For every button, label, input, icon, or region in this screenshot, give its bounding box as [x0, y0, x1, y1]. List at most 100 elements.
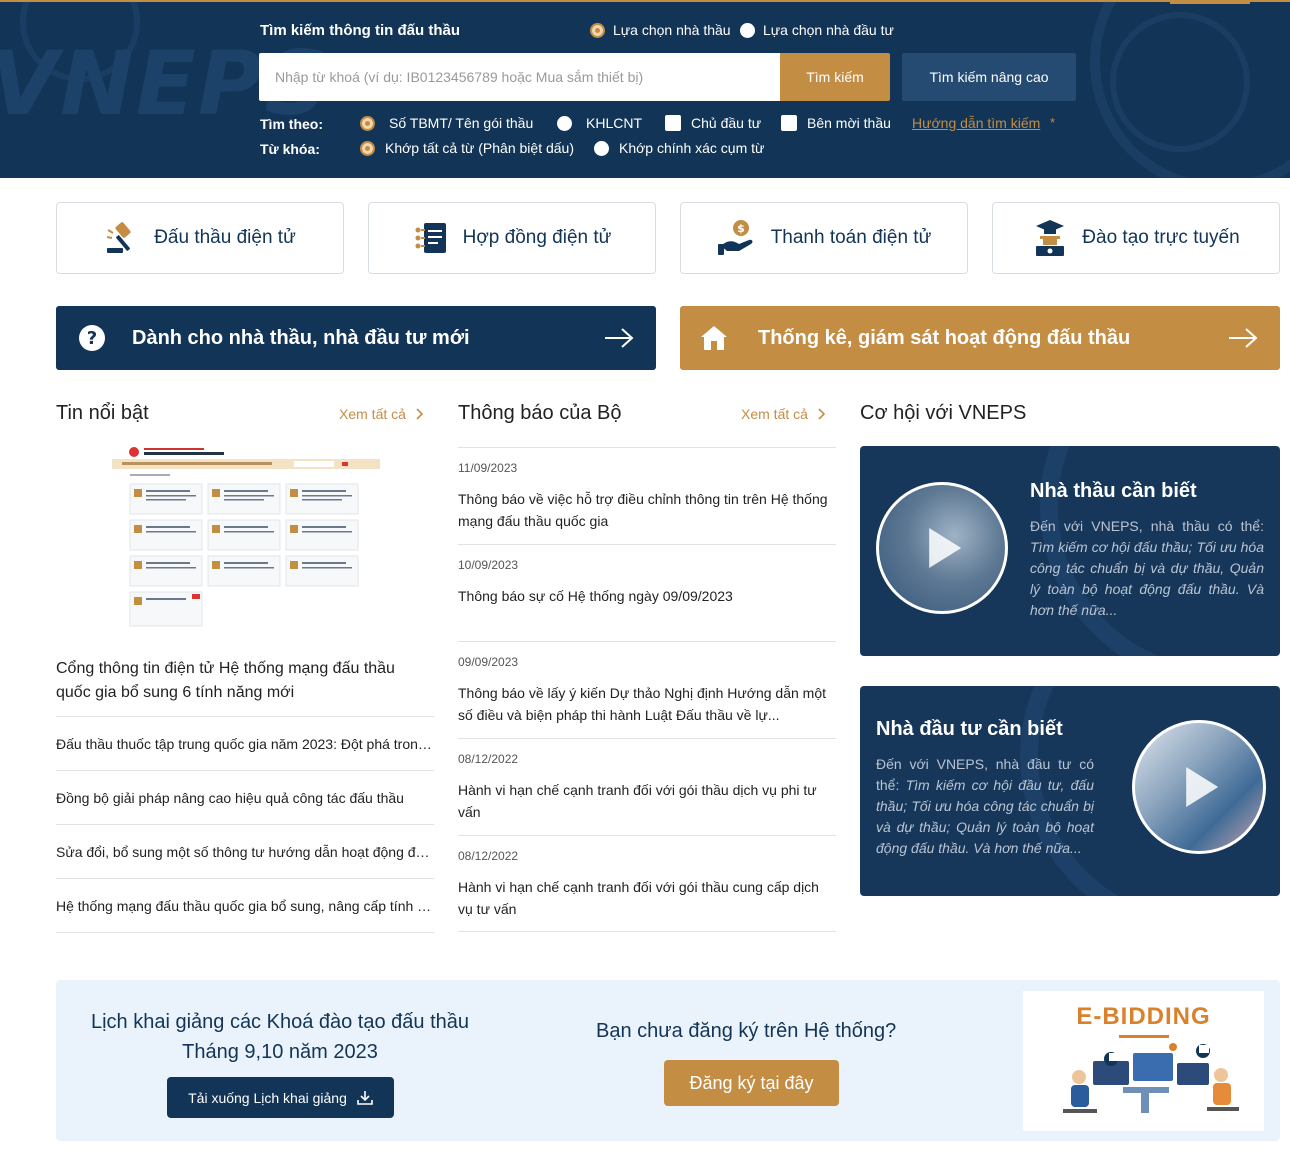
statistics-banner[interactable]: Thống kê, giám sát hoạt động đấu thầu	[680, 306, 1280, 370]
radio-empty-icon	[594, 140, 609, 156]
mode-investor-label: Lựa chọn nhà đầu tư	[763, 22, 894, 38]
news-item[interactable]: Hệ thống mạng đấu thầu quốc gia bổ sung,…	[56, 878, 434, 932]
contractor-video-thumbnail[interactable]	[876, 482, 1008, 614]
advanced-search-button[interactable]: Tìm kiếm nâng cao	[902, 53, 1076, 101]
statistics-label: Thống kê, giám sát hoạt động đấu thầu	[758, 326, 1131, 349]
e-bidding-image[interactable]: E-BIDDING	[1023, 991, 1264, 1131]
ministry-notices-title: Thông báo của Bộ	[458, 402, 622, 424]
investor-info-card[interactable]: Nhà đầu tư cần biết Đến với VNEPS, nhà đ…	[860, 686, 1280, 896]
notice-item[interactable]: 11/09/2023 Thông báo về việc hỗ trợ điều…	[458, 447, 836, 544]
search-by-label: Tìm theo:	[260, 116, 323, 132]
notice-text: Thông báo về việc hỗ trợ điều chỉnh thôn…	[458, 491, 828, 529]
notice-item[interactable]: 08/12/2022 Hành vi hạn chế cạnh tranh đố…	[458, 738, 836, 835]
contractor-card-text: Đến với VNEPS, nhà thầu có thể: Tìm kiếm…	[1030, 516, 1264, 621]
checkbox-icon	[781, 115, 797, 131]
news-item-title: Hệ thống mạng đấu thầu quốc gia bổ sung,…	[56, 897, 434, 914]
featured-news-thumbnail[interactable]	[112, 444, 380, 630]
news-item-title: Đấu thầu thuốc tập trung quốc gia năm 20…	[56, 735, 434, 752]
notice-date: 08/12/2022	[458, 849, 519, 863]
news-item[interactable]: Đồng bộ giải pháp nâng cao hiệu quả công…	[56, 770, 434, 824]
search-by-investor-checkbox[interactable]: Chủ đầu tư	[665, 115, 761, 131]
new-users-label: Dành cho nhà thầu, nhà đầu tư mới	[132, 326, 470, 349]
see-all-label: Xem tất cả	[339, 406, 406, 422]
featured-see-all-link[interactable]: Xem tất cả	[339, 406, 424, 422]
option-label: Số TBMT/ Tên gói thầu	[389, 115, 534, 131]
keyword-exact-radio[interactable]: Khớp chính xác cụm từ	[594, 140, 764, 156]
notice-text: Hành vi hạn chế cạnh tranh đối với gói t…	[458, 879, 819, 917]
notice-item[interactable]: 09/09/2023 Thông báo về lấy ý kiến Dự th…	[458, 641, 836, 738]
search-by-procuring-checkbox[interactable]: Bên mời thầu	[781, 115, 891, 131]
contractor-card-lead: Đến với VNEPS, nhà thầu có thể:	[1030, 518, 1264, 534]
download-icon	[357, 1090, 373, 1105]
service-e-bidding[interactable]: Đấu thầu điện tử	[56, 202, 344, 274]
register-question: Bạn chưa đăng ký trên Hệ thống?	[596, 1020, 897, 1042]
contractor-card-benefits: Tìm kiếm cơ hội đấu thầu; Tối ưu hóa côn…	[1030, 539, 1264, 618]
home-icon	[701, 326, 727, 350]
search-by-tbmt-radio[interactable]: Số TBMT/ Tên gói thầu	[360, 115, 533, 131]
mode-contractor-radio[interactable]: Lựa chọn nhà thầu	[590, 22, 731, 38]
contractor-info-card[interactable]: Nhà thầu cần biết Đến với VNEPS, nhà thầ…	[860, 446, 1280, 656]
keyword-label: Từ khóa:	[260, 141, 320, 157]
notice-item[interactable]: 10/09/2023 Thông báo sự cố Hệ thống ngày…	[458, 544, 836, 641]
search-help-link[interactable]: Hướng dẫn tìm kiếm	[912, 115, 1040, 131]
schedule-line-2: Tháng 9,10 năm 2023	[182, 1041, 378, 1063]
arrow-right-icon	[605, 328, 634, 348]
service-e-payment[interactable]: $ Thanh toán điện tử	[680, 202, 968, 274]
chevron-right-icon	[818, 408, 826, 420]
divider	[56, 932, 434, 933]
header-accent-bar	[1170, 2, 1250, 4]
option-label: KHLCNT	[586, 115, 643, 131]
notice-date: 09/09/2023	[458, 655, 519, 669]
e-bidding-illustration	[1063, 1035, 1239, 1113]
checkbox-icon	[665, 115, 681, 131]
radio-selected-icon	[360, 115, 375, 131]
notice-item[interactable]: 08/12/2022 Hành vi hạn chế cạnh tranh đố…	[458, 835, 836, 932]
download-schedule-button[interactable]: Tải xuống Lịch khai giảng	[167, 1077, 394, 1118]
news-item[interactable]: Đấu thầu thuốc tập trung quốc gia năm 20…	[56, 716, 434, 770]
option-label: Khớp tất cả từ (Phân biệt dấu)	[385, 140, 574, 156]
service-label: Hợp đồng điện tử	[462, 227, 612, 248]
featured-news-title: Tin nổi bật	[56, 402, 149, 424]
svg-text:$: $	[737, 222, 745, 235]
search-button[interactable]: Tìm kiếm	[780, 53, 890, 101]
training-schedule-title: Lịch khai giảng các Khoá đào tạo đấu thầ…	[60, 1007, 500, 1067]
notice-date: 08/12/2022	[458, 752, 519, 766]
option-label: Chủ đầu tư	[691, 115, 762, 131]
news-item[interactable]: Sửa đổi, bổ sung một số thông tư hướng d…	[56, 824, 434, 878]
featured-main-article[interactable]: Cổng thông tin điện tử Hệ thống mạng đấu…	[56, 657, 434, 705]
service-e-contract[interactable]: Hợp đồng điện tử	[368, 202, 656, 274]
portal-screenshot-image	[112, 444, 380, 627]
notice-text: Thông báo về lấy ý kiến Dự thảo Nghị địn…	[458, 685, 827, 723]
search-by-khlcnt-radio[interactable]: KHLCNT	[557, 115, 642, 131]
header-decoration	[1110, 12, 1250, 152]
investor-card-text: Đến với VNEPS, nhà đầu tư có thể: Tìm ki…	[876, 754, 1094, 859]
chevron-right-icon	[416, 408, 424, 420]
notice-date: 11/09/2023	[458, 461, 518, 475]
news-item-title: Đồng bộ giải pháp nâng cao hiệu quả công…	[56, 789, 404, 806]
register-button[interactable]: Đăng ký tại đây	[664, 1060, 839, 1106]
investor-video-thumbnail[interactable]	[1132, 720, 1266, 854]
service-e-training[interactable]: Đào tạo trực tuyến	[992, 202, 1280, 274]
service-label: Đấu thầu điện tử	[154, 227, 296, 248]
help-star: *	[1050, 115, 1056, 130]
keyword-match-all-radio[interactable]: Khớp tất cả từ (Phân biệt dấu)	[360, 140, 574, 156]
search-input[interactable]	[259, 53, 780, 101]
news-item-title: Sửa đổi, bổ sung một số thông tư hướng d…	[56, 843, 434, 860]
schedule-line-1: Lịch khai giảng các Khoá đào tạo đấu thầ…	[90, 1011, 470, 1033]
arrow-right-icon	[1229, 328, 1258, 348]
contract-icon	[415, 223, 446, 253]
download-label: Tải xuống Lịch khai giảng	[188, 1089, 347, 1106]
radio-empty-icon	[557, 115, 572, 131]
search-title: Tìm kiếm thông tin đấu thầu	[260, 22, 460, 39]
gavel-icon	[107, 222, 131, 253]
notices-see-all-link[interactable]: Xem tất cả	[741, 406, 826, 422]
mode-investor-radio[interactable]: Lựa chọn nhà đầu tư	[740, 22, 894, 38]
play-icon	[1186, 767, 1219, 807]
radio-selected-icon	[360, 140, 375, 156]
training-icon	[1036, 220, 1065, 256]
contractor-card-title: Nhà thầu cần biết	[1030, 480, 1197, 502]
notice-text: Hành vi hạn chế cạnh tranh đối với gói t…	[458, 782, 817, 820]
new-users-banner[interactable]: ? Dành cho nhà thầu, nhà đầu tư mới	[56, 306, 656, 370]
search-header: VNEPS Tìm kiếm thông tin đấu thầu Lựa ch…	[0, 0, 1290, 178]
investor-card-title: Nhà đầu tư cần biết	[876, 718, 1063, 740]
